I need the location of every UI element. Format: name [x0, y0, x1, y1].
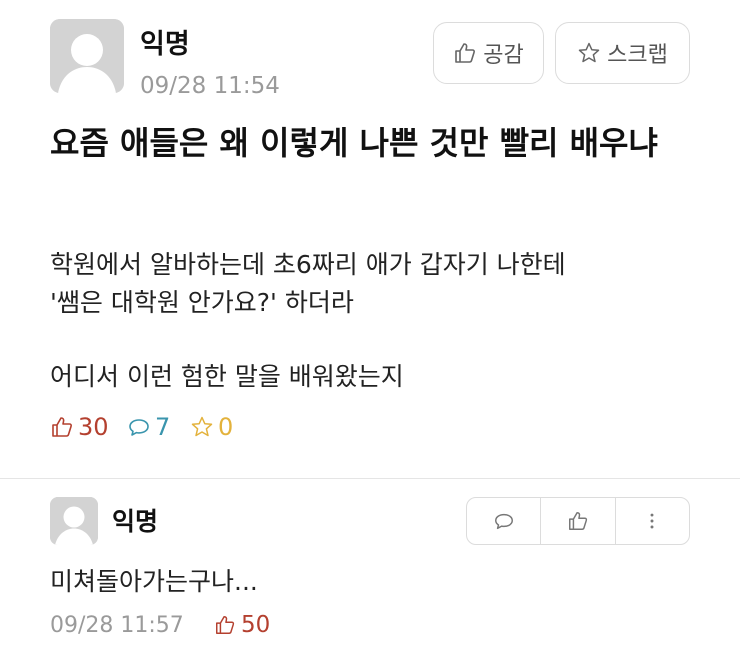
- comment-count-value: 7: [155, 413, 171, 441]
- like-count-value: 30: [78, 413, 109, 441]
- more-vertical-icon: [650, 513, 654, 529]
- thumbs-up-icon: [455, 43, 476, 63]
- comment-count: 7: [127, 413, 170, 441]
- star-icon: [578, 42, 600, 63]
- thumbs-up-icon: [569, 512, 588, 530]
- like-button-label: 공감: [483, 43, 524, 68]
- speech-bubble-icon: [494, 513, 513, 530]
- scrap-count-value: 0: [218, 413, 234, 441]
- comment-like-count: 50: [214, 612, 270, 638]
- star-icon: [191, 416, 213, 437]
- thumbs-up-icon: [52, 417, 72, 437]
- more-options-button[interactable]: [614, 498, 689, 544]
- post-title: 요즘 애들은 왜 이렇게 나쁜 것만 빨리 배우냐: [50, 124, 658, 162]
- post-body-line: '쌤은 대학원 안가요?' 하더라: [50, 288, 354, 317]
- comment-author-avatar: [50, 497, 98, 545]
- comment-text: 미쳐돌아가는구나...: [50, 567, 258, 596]
- speech-bubble-icon: [129, 419, 149, 436]
- scrap-count: 0: [190, 413, 233, 441]
- scrap-button[interactable]: 스크랩: [555, 22, 690, 84]
- post-author-name: 익명: [140, 29, 190, 60]
- reply-button[interactable]: [467, 498, 540, 544]
- like-count: 30: [50, 413, 109, 441]
- post-timestamp: 09/28 11:54: [140, 73, 280, 99]
- default-avatar-icon: [50, 497, 98, 545]
- comment-like-button[interactable]: [540, 498, 614, 544]
- default-avatar-icon: [50, 19, 124, 93]
- comment-author-name: 익명: [112, 507, 159, 536]
- comment-action-group: [466, 497, 690, 545]
- section-divider: [0, 478, 740, 479]
- post-body-line: 학원에서 알바하는데 초6짜리 애가 갑자기 나한테: [50, 250, 566, 279]
- comment-timestamp: 09/28 11:57: [50, 613, 184, 638]
- scrap-button-label: 스크랩: [607, 43, 668, 68]
- post-body-line: 어디서 이런 험한 말을 배워왔는지: [50, 362, 404, 391]
- post-author-avatar: [50, 19, 124, 93]
- comment-like-count-value: 50: [241, 612, 271, 638]
- thumbs-up-icon: [216, 616, 235, 634]
- like-button[interactable]: 공감: [433, 22, 544, 84]
